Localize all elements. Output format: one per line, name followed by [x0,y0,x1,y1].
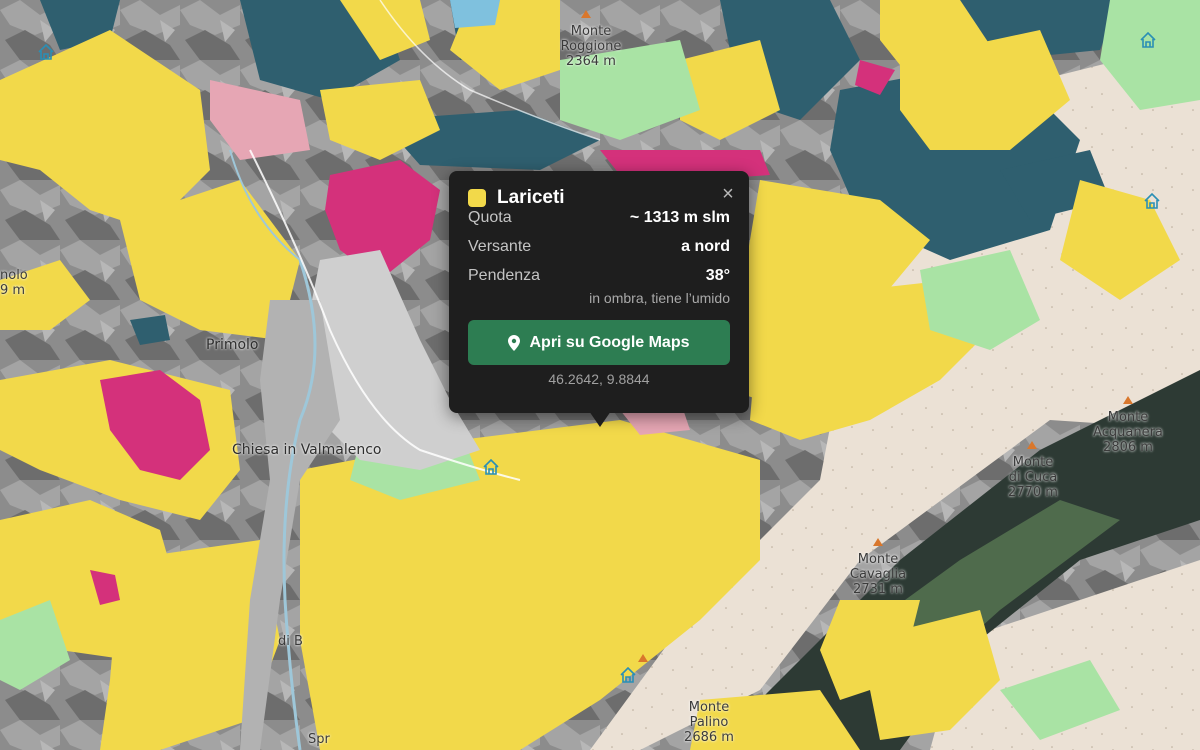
peak-marker [581,10,591,18]
close-icon[interactable]: × [719,184,737,204]
row-label: Quota [468,209,512,226]
hut-icon[interactable] [1140,32,1156,48]
coordinates-text: 46.2642, 9.8844 [548,371,650,387]
peak-marker [873,538,883,546]
hut-icon[interactable] [38,44,54,60]
slope-note: in ombra, tiene l’umido [589,290,730,306]
open-google-maps-button[interactable]: Apri su Google Maps [468,320,730,365]
peak-marker [1123,396,1133,404]
feature-popup: Lariceti × Quota ~ 1313 m slm Versante a… [449,171,749,413]
info-row-quota: Quota ~ 1313 m slm [468,209,730,238]
row-value: ~ 1313 m slm [629,209,730,226]
row-label: Versante [468,238,532,255]
row-label: Pendenza [468,267,541,284]
popup-pointer [589,411,611,427]
peak-marker [638,654,648,662]
row-value: 38° [705,267,730,284]
popup-header: Lariceti [468,187,730,209]
map-pin-icon [508,334,521,351]
hut-icon[interactable] [620,667,636,683]
popup-title: Lariceti [497,187,565,208]
peak-marker [1027,441,1037,449]
row-value: a nord [681,238,730,255]
info-row-versante: Versante a nord [468,238,730,267]
hut-icon[interactable] [1144,193,1160,209]
hut-icon[interactable] [483,459,499,475]
legend-swatch [468,189,486,207]
button-label: Apri su Google Maps [529,333,690,351]
